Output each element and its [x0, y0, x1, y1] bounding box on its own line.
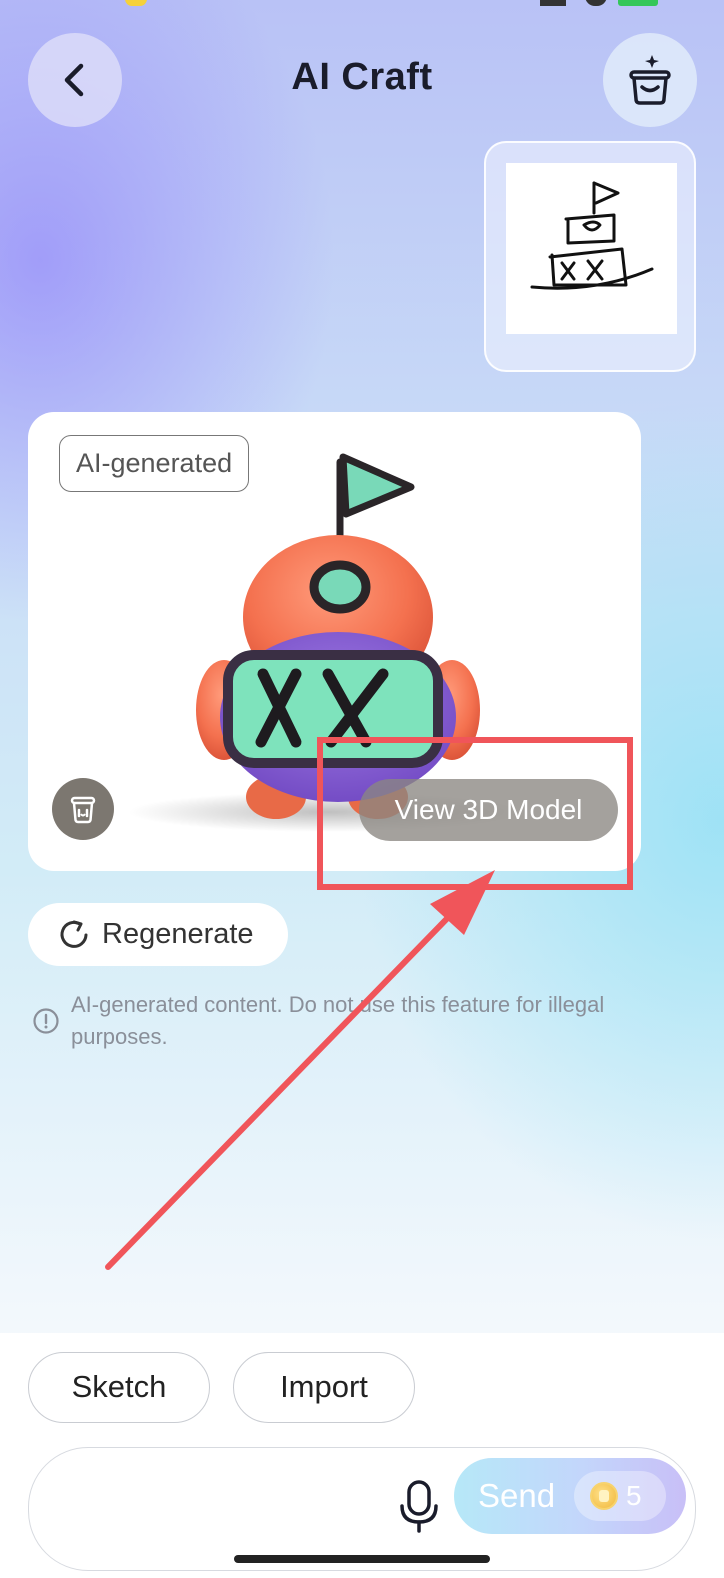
refresh-icon [60, 920, 88, 948]
home-indicator [234, 1555, 490, 1563]
delete-button[interactable] [52, 778, 114, 840]
status-indicator [125, 0, 147, 6]
microphone-icon [400, 1480, 438, 1533]
basket-button[interactable] [603, 33, 697, 127]
regenerate-button[interactable]: Regenerate [28, 903, 288, 966]
status-bar [0, 0, 724, 8]
castle-sketch-icon [530, 181, 654, 290]
import-chip-button[interactable]: Import [233, 1352, 415, 1423]
send-label: Send [478, 1477, 556, 1514]
message-input[interactable] [69, 1478, 389, 1538]
coin-icon [590, 1482, 618, 1510]
regenerate-label: Regenerate [102, 918, 254, 950]
trash-icon [70, 796, 96, 824]
annotation-arrow-head [430, 870, 495, 935]
signal-icon [540, 0, 566, 6]
sketch-chip-button[interactable]: Sketch [28, 1352, 210, 1423]
info-circle-icon [33, 1008, 59, 1034]
disclaimer-text: AI-generated content. Do not use this fe… [71, 992, 605, 1049]
send-button[interactable]: Send 5 [454, 1458, 686, 1534]
credit-count: 5 [626, 1480, 642, 1511]
generated-result-card: AI-generated View 3D Model [28, 412, 641, 871]
view-3d-model-button[interactable]: View 3D Model [359, 779, 618, 841]
credit-cost-pill: 5 [574, 1471, 666, 1521]
microphone-button[interactable] [397, 1476, 441, 1536]
sketch-image [506, 163, 677, 334]
sketch-preview-card[interactable] [484, 141, 696, 372]
wifi-icon [585, 0, 607, 6]
ai-generated-badge: AI-generated [59, 435, 250, 492]
message-input-bar: Send 5 [28, 1447, 696, 1571]
battery-icon [618, 0, 658, 6]
basket-sparkle-icon [629, 55, 671, 105]
